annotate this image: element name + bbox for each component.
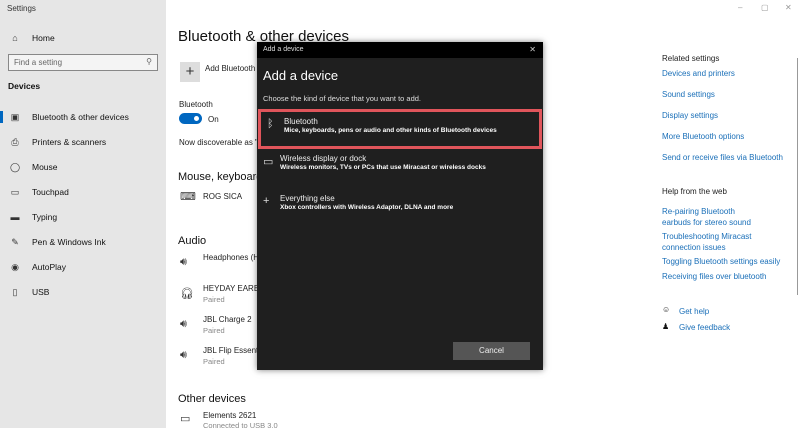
sidebar-item-label: Typing: [32, 212, 58, 222]
device-status: Paired: [203, 326, 225, 335]
device-status: Paired: [203, 357, 225, 366]
sidebar-item-keyboard[interactable]: ▬ Typing: [0, 208, 166, 226]
mouse-header: Mouse, keyboard: [178, 171, 263, 183]
sidebar-item-touchpad[interactable]: ▭ Touchpad: [0, 183, 166, 201]
cancel-button[interactable]: Cancel: [453, 342, 530, 360]
sidebar-item-label: Mouse: [32, 162, 58, 172]
dialog-prompt: Choose the kind of device that you want …: [263, 94, 422, 103]
other-header: Other devices: [178, 393, 246, 405]
option-desc: Wireless monitors, TVs or PCs that use M…: [280, 164, 486, 171]
option-bluetooth[interactable]: ᛒ Bluetooth Mice, keyboards, pens or audio…: [258, 109, 542, 149]
sidebar: Settings ⌂ Home Find a setting ⚲ Devices ▣…: [0, 0, 166, 428]
sidebar-item-label: Touchpad: [32, 187, 69, 197]
device-name[interactable]: HEYDAY EARBU: [203, 284, 265, 293]
bluetooth-state: On: [208, 115, 219, 124]
device-name[interactable]: JBL Flip Essenti: [203, 346, 260, 355]
device-status: Paired: [203, 295, 225, 304]
sidebar-item-label: USB: [32, 287, 50, 297]
minimize-button[interactable]: –: [738, 3, 742, 12]
sidebar-item-pen[interactable]: ✎ Pen & Windows Ink: [0, 233, 166, 251]
get-help-link[interactable]: Get help: [679, 306, 709, 317]
sidebar-item-bluetooth-devices[interactable]: ▣ Bluetooth & other devices: [0, 108, 166, 126]
give-feedback-link[interactable]: Give feedback: [679, 322, 730, 333]
pen-icon: ✎: [11, 236, 19, 247]
window-title: Settings: [7, 4, 36, 13]
help-link[interactable]: Re-pairing Bluetooth earbuds for stereo …: [662, 206, 757, 228]
sidebar-item-label: Bluetooth & other devices: [32, 112, 129, 122]
mouse-icon: ◯: [9, 161, 21, 172]
dialog-heading: Add a device: [263, 68, 339, 83]
bluetooth-toggle[interactable]: [179, 113, 202, 124]
related-link[interactable]: More Bluetooth options: [662, 131, 744, 142]
keyboard-icon: ▬: [10, 212, 20, 222]
drive-icon: ▭: [180, 413, 191, 425]
bluetooth-label: Bluetooth: [179, 100, 213, 109]
bluetooth-icon: ᛒ: [267, 118, 274, 130]
help-header: Help from the web: [662, 187, 727, 196]
printer-icon: ⎙: [11, 136, 19, 147]
scrollbar[interactable]: [797, 58, 798, 295]
sidebar-item-printer[interactable]: ⎙ Printers & scanners: [0, 133, 166, 151]
option-desc: Xbox controllers with Wireless Adaptor, …: [280, 204, 454, 211]
home-label: Home: [32, 33, 55, 43]
device-name[interactable]: Headphones (H: [203, 253, 259, 262]
help-link[interactable]: Troubleshooting Miracast connection issu…: [662, 231, 757, 253]
speaker-icon: 🔊︎: [180, 256, 187, 268]
help-link[interactable]: Toggling Bluetooth settings easily: [662, 256, 792, 267]
dialog-titlebar-text: Add a device: [263, 46, 304, 53]
plus-icon: +: [263, 195, 270, 207]
speaker-icon: 🔊︎: [180, 318, 187, 330]
sidebar-item-autoplay[interactable]: ◉ AutoPlay: [0, 258, 166, 276]
device-name[interactable]: ROG SICA: [203, 192, 242, 201]
search-icon: ⚲: [146, 57, 152, 66]
device-name[interactable]: JBL Charge 2: [203, 315, 252, 324]
sidebar-item-label: AutoPlay: [32, 262, 67, 272]
get-help-icon: ☺: [662, 305, 671, 314]
option-name: Bluetooth: [284, 117, 318, 126]
feedback-icon: ♟: [662, 322, 670, 331]
close-icon[interactable]: ✕: [529, 45, 536, 54]
related-link[interactable]: Send or receive files via Bluetooth: [662, 152, 783, 163]
option-everything[interactable]: + Everything else Xbox controllers with Wi…: [257, 189, 543, 227]
headset-icon: 🎧︎: [180, 288, 194, 300]
device-status: Connected to USB 3.0: [203, 421, 278, 430]
sidebar-item-label: Pen & Windows Ink: [32, 237, 106, 247]
related-link[interactable]: Devices and printers: [662, 68, 735, 79]
option-name: Everything else: [280, 194, 335, 203]
close-window-button[interactable]: ✕: [785, 3, 792, 12]
option-wireless[interactable]: ▭ Wireless display or dock Wireless monito…: [257, 149, 543, 187]
related-link[interactable]: Display settings: [662, 110, 718, 121]
discoverable-text: Now discoverable as ": [179, 138, 258, 147]
audio-header: Audio: [178, 235, 207, 247]
sidebar-item-usb[interactable]: ▯ USB: [0, 283, 166, 301]
autoplay-icon: ◉: [11, 261, 19, 272]
sidebar-item-mouse[interactable]: ◯ Mouse: [0, 158, 166, 176]
help-link[interactable]: Receiving files over bluetooth: [662, 271, 792, 282]
bluetooth-devices-icon: ▣: [10, 111, 20, 122]
sidebar-item-label: Printers & scanners: [32, 137, 107, 147]
search-input[interactable]: Find a setting ⚲: [8, 54, 158, 71]
related-header: Related settings: [662, 54, 720, 63]
search-placeholder: Find a setting: [14, 58, 63, 67]
sidebar-item-home[interactable]: ⌂ Home: [0, 29, 166, 47]
option-name: Wireless display or dock: [280, 154, 367, 163]
option-desc: Mice, keyboards, pens or audio and other…: [284, 127, 497, 134]
usb-icon: ▯: [12, 286, 18, 297]
maximize-button[interactable]: ▢: [761, 3, 769, 12]
add-device-label[interactable]: Add Bluetooth: [205, 64, 255, 73]
related-link[interactable]: Sound settings: [662, 89, 715, 100]
home-icon: ⌂: [12, 33, 18, 43]
speaker-icon: 🔊︎: [180, 349, 187, 361]
section-header: Devices: [8, 81, 41, 91]
dialog-titlebar: Add a device ✕: [257, 42, 543, 58]
add-device-dialog: Add a device ✕ Add a device Choose the ki…: [257, 42, 543, 370]
device-name[interactable]: Elements 2621: [203, 411, 256, 420]
touchpad-icon: ▭: [10, 186, 20, 197]
keyboard-icon: ⌨: [180, 191, 196, 203]
monitor-icon: ▭: [263, 156, 274, 168]
add-device-button[interactable]: +: [180, 62, 200, 82]
